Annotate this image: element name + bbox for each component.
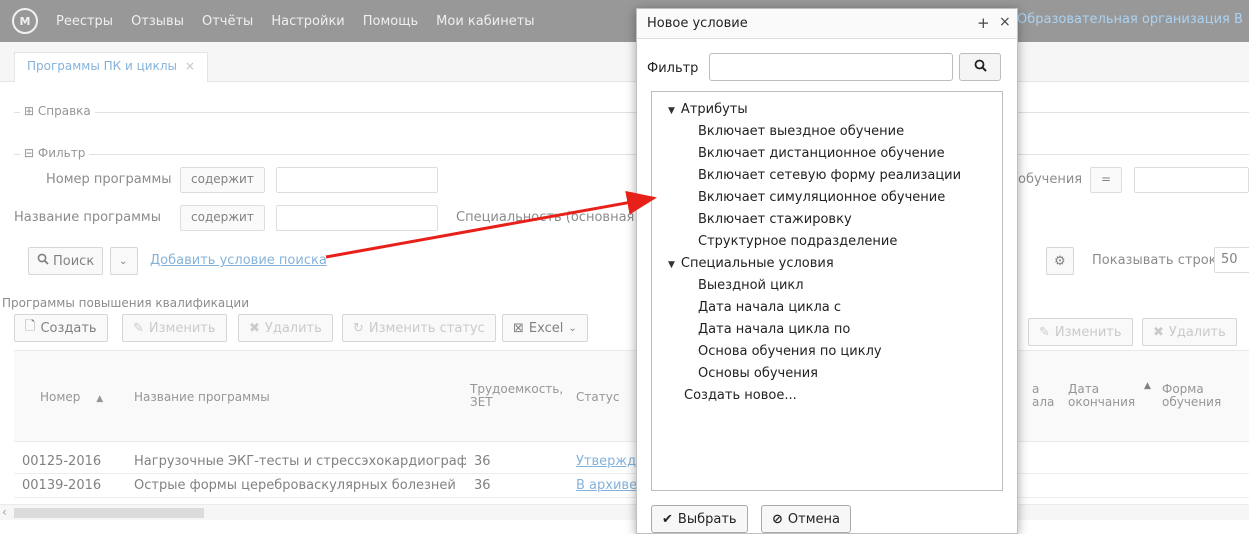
tree-item-attribute[interactable]: Структурное подразделение [698,234,897,249]
cancel-button[interactable]: ⊘ Отмена [761,505,851,533]
tree-item-special[interactable]: Дата начала цикла по [698,322,850,337]
caret-down-icon[interactable]: ▼ [668,260,675,270]
tree-item-create-new[interactable]: Создать новое... [684,388,797,403]
cancel-icon: ⊘ [772,511,783,527]
tree-item-attribute[interactable]: Включает симуляционное обучение [698,190,945,205]
caret-down-icon[interactable]: ▼ [668,106,675,116]
tree-item-special[interactable]: Основы обучения [698,366,818,381]
tree-item-special[interactable]: Дата начала цикла с [698,300,841,315]
dialog-title-bar: Новое условие + × [637,9,1017,39]
close-icon[interactable]: × [999,14,1011,30]
search-icon [974,59,987,75]
tree-item-special[interactable]: Выездной цикл [698,278,804,293]
cancel-button-label: Отмена [787,511,840,527]
filter-input[interactable] [709,53,953,81]
tree-item-attribute[interactable]: Включает дистанционное обучение [698,146,945,161]
select-button[interactable]: ✔ Выбрать [651,505,748,533]
tree-group-attributes[interactable]: ▼ Атрибуты [668,102,748,117]
filter-search-button[interactable] [959,53,1001,81]
tree-group-special-conditions[interactable]: ▼ Специальные условия [668,256,834,271]
tree-item-attribute[interactable]: Включает выездное обучение [698,124,904,139]
check-icon: ✔ [662,511,673,527]
modal-overlay [0,0,1249,534]
select-button-label: Выбрать [677,511,737,527]
filter-label: Фильтр [647,61,699,76]
dialog-title: Новое условие [647,16,748,31]
tree-item-special[interactable]: Основа обучения по циклу [698,344,882,359]
condition-tree: ▼ Атрибуты Включает выездное обучение Вкл… [651,91,1003,491]
new-condition-dialog: Новое условие + × Фильтр ▼ Атрибуты Включ… [636,8,1018,534]
plus-icon[interactable]: + [977,14,990,32]
tree-item-attribute[interactable]: Включает сетевую форму реализации [698,168,961,183]
tree-item-attribute[interactable]: Включает стажировку [698,212,852,227]
